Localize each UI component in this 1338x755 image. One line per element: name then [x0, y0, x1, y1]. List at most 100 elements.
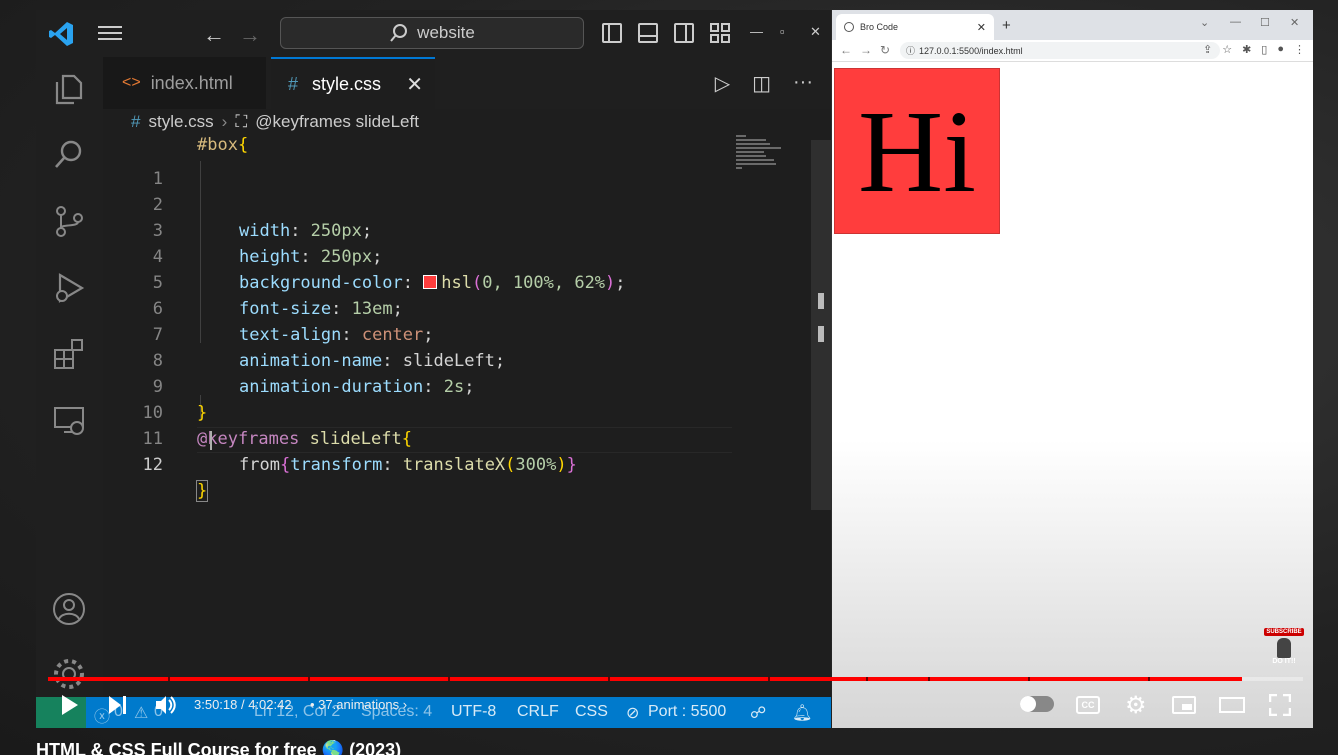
- settings-gear-icon[interactable]: ⚙: [1125, 691, 1147, 720]
- subscribe-subtext: DO IT!!: [1272, 658, 1296, 665]
- maximize-icon[interactable]: ☐: [1260, 16, 1270, 29]
- share-icon[interactable]: ⇪: [1203, 43, 1212, 56]
- site-info-icon: ⓘ: [906, 46, 916, 56]
- forward-arrow-icon[interactable]: →: [239, 22, 261, 48]
- side-panel-icon[interactable]: ▯: [1261, 43, 1267, 56]
- subtitles-cc-icon[interactable]: CC: [1076, 696, 1100, 714]
- subscribe-badge: SUBSCRIBE: [1264, 628, 1304, 636]
- code-editor[interactable]: 1 #box{ 2 width: 250px; 3 height: 250px;…: [103, 135, 831, 697]
- css-file-icon: #: [288, 73, 299, 94]
- symbol-icon: ⛶: [235, 112, 248, 131]
- menu-icon[interactable]: [98, 23, 122, 43]
- browser-toolbar: ← → ↻ ⓘ 127.0.0.1:5500/index.html ⇪ ☆ ✱ …: [832, 40, 1313, 62]
- title-bar: ← → website — ▫ ✕: [36, 10, 831, 57]
- code-line: 1 #box{: [152, 135, 249, 189]
- profile-icon[interactable]: ●: [1277, 43, 1284, 56]
- editor-tabs: <> index.html # style.css ✕ ▷ ◫ ···: [103, 57, 831, 109]
- css-file-icon: #: [131, 112, 141, 131]
- remote-explorer-icon[interactable]: [52, 404, 86, 438]
- text-cursor: [210, 431, 212, 450]
- customize-layout-icon[interactable]: [710, 23, 730, 43]
- split-editor-icon[interactable]: ◫: [752, 71, 771, 96]
- code-line: 8 animation-duration: 2s;: [152, 351, 475, 397]
- time-display: 3:50:18 / 4:02:42: [194, 697, 292, 712]
- code-line: 9 }: [152, 377, 208, 423]
- video-progress-bar[interactable]: [48, 677, 1303, 681]
- fullscreen-icon[interactable]: [1269, 694, 1291, 716]
- tab-index-html[interactable]: <> index.html: [103, 57, 266, 109]
- command-center-label: website: [417, 23, 475, 42]
- reload-icon[interactable]: ↻: [880, 43, 890, 57]
- html-file-icon: <>: [122, 74, 141, 91]
- back-arrow-icon[interactable]: ←: [840, 43, 852, 57]
- tab-label: index.html: [150, 72, 233, 93]
- browser-tab-bar: Bro Code ✕ + ⌄ — ☐ ✕: [832, 10, 1313, 40]
- breadcrumb-file[interactable]: style.css: [148, 112, 213, 132]
- menu-kebab-icon[interactable]: ⋮: [1294, 43, 1305, 56]
- theater-mode-icon[interactable]: [1219, 697, 1245, 713]
- code-line: 5 font-size: 13em;: [152, 273, 403, 319]
- code-line: 10 @keyframes slideLeft{: [142, 403, 412, 449]
- globe-icon: [844, 22, 854, 32]
- command-center-search[interactable]: website: [280, 17, 584, 49]
- player-controls: 3:50:18 / 4:02:42 • 37.animations › CC ⚙: [36, 684, 1316, 728]
- avatar: [1277, 638, 1291, 658]
- more-actions-icon[interactable]: ···: [793, 71, 813, 96]
- video-title[interactable]: HTML & CSS Full Course for free 🌎 (2023): [36, 740, 401, 755]
- explorer-icon[interactable]: [52, 72, 86, 106]
- activity-bar: [36, 57, 103, 728]
- code-line: 3 height: 250px;: [152, 221, 383, 267]
- autoplay-toggle[interactable]: [1020, 696, 1054, 712]
- subscribe-watermark[interactable]: SUBSCRIBE DO IT!!: [1264, 628, 1304, 668]
- close-tab-icon[interactable]: ✕: [406, 72, 423, 97]
- scrollbar-marker: [818, 293, 824, 309]
- toggle-primary-sidebar-icon[interactable]: [602, 23, 622, 43]
- miniplayer-icon[interactable]: [1172, 696, 1196, 714]
- progress-played: [48, 677, 1242, 681]
- animated-box: Hi: [834, 68, 1000, 234]
- address-bar[interactable]: ⓘ 127.0.0.1:5500/index.html: [900, 42, 1220, 59]
- search-icon: [390, 24, 408, 42]
- back-arrow-icon[interactable]: ←: [203, 22, 225, 48]
- chevron-right-icon: ›: [402, 697, 408, 712]
- extensions-icon[interactable]: ✱: [1242, 43, 1251, 56]
- close-window-icon[interactable]: ✕: [1290, 16, 1299, 29]
- chapter-title[interactable]: • 37.animations ›: [310, 697, 407, 712]
- code-line: 4 background-color: hsl(0, 100%, 62%);: [152, 247, 626, 293]
- minimize-icon[interactable]: —: [1230, 16, 1241, 28]
- tab-style-css[interactable]: # style.css ✕: [271, 57, 435, 109]
- play-icon[interactable]: [60, 694, 80, 716]
- bookmark-star-icon[interactable]: ☆: [1222, 43, 1232, 56]
- close-tab-icon[interactable]: ✕: [977, 21, 986, 34]
- maximize-icon[interactable]: ▫: [780, 24, 785, 39]
- browser-tab-title: Bro Code: [860, 22, 899, 32]
- breadcrumb-symbol[interactable]: @keyframes slideLeft: [255, 112, 419, 132]
- run-icon[interactable]: ▷: [715, 71, 730, 96]
- toggle-panel-icon[interactable]: [638, 23, 658, 43]
- source-control-icon[interactable]: [52, 204, 86, 238]
- volume-icon[interactable]: [154, 694, 176, 716]
- chevron-right-icon: ›: [221, 112, 228, 131]
- minimize-icon[interactable]: —: [750, 24, 763, 39]
- editor-scrollbar[interactable]: [811, 140, 831, 510]
- extensions-icon[interactable]: [52, 337, 86, 371]
- forward-arrow-icon[interactable]: →: [860, 43, 872, 57]
- code-line: 12 }: [142, 455, 209, 502]
- toggle-secondary-sidebar-icon[interactable]: [674, 23, 694, 43]
- video-frame[interactable]: ← → website — ▫ ✕ <> index.html # style.…: [0, 0, 1338, 755]
- close-window-icon[interactable]: ✕: [810, 24, 821, 40]
- address-text: 127.0.0.1:5500/index.html: [919, 45, 1023, 56]
- tab-label: style.css: [312, 73, 382, 94]
- tab-search-chevron-icon[interactable]: ⌄: [1200, 16, 1209, 29]
- code-line: 6 text-align: center;: [152, 299, 434, 345]
- new-tab-icon[interactable]: +: [1002, 17, 1011, 34]
- next-video-icon[interactable]: [108, 695, 128, 715]
- browser-tab[interactable]: Bro Code ✕: [836, 14, 994, 40]
- code-line: 7 animation-name: slideLeft;: [152, 325, 506, 371]
- run-and-debug-icon[interactable]: [52, 271, 86, 305]
- minimap[interactable]: [736, 135, 791, 175]
- browser-window: Bro Code ✕ + ⌄ — ☐ ✕ ← → ↻ ⓘ 127.0.0.1:5…: [832, 10, 1313, 728]
- search-icon[interactable]: [52, 137, 86, 171]
- code-line: 11 from{transform: translateX(300%)}: [142, 429, 577, 475]
- accounts-icon[interactable]: [52, 592, 86, 626]
